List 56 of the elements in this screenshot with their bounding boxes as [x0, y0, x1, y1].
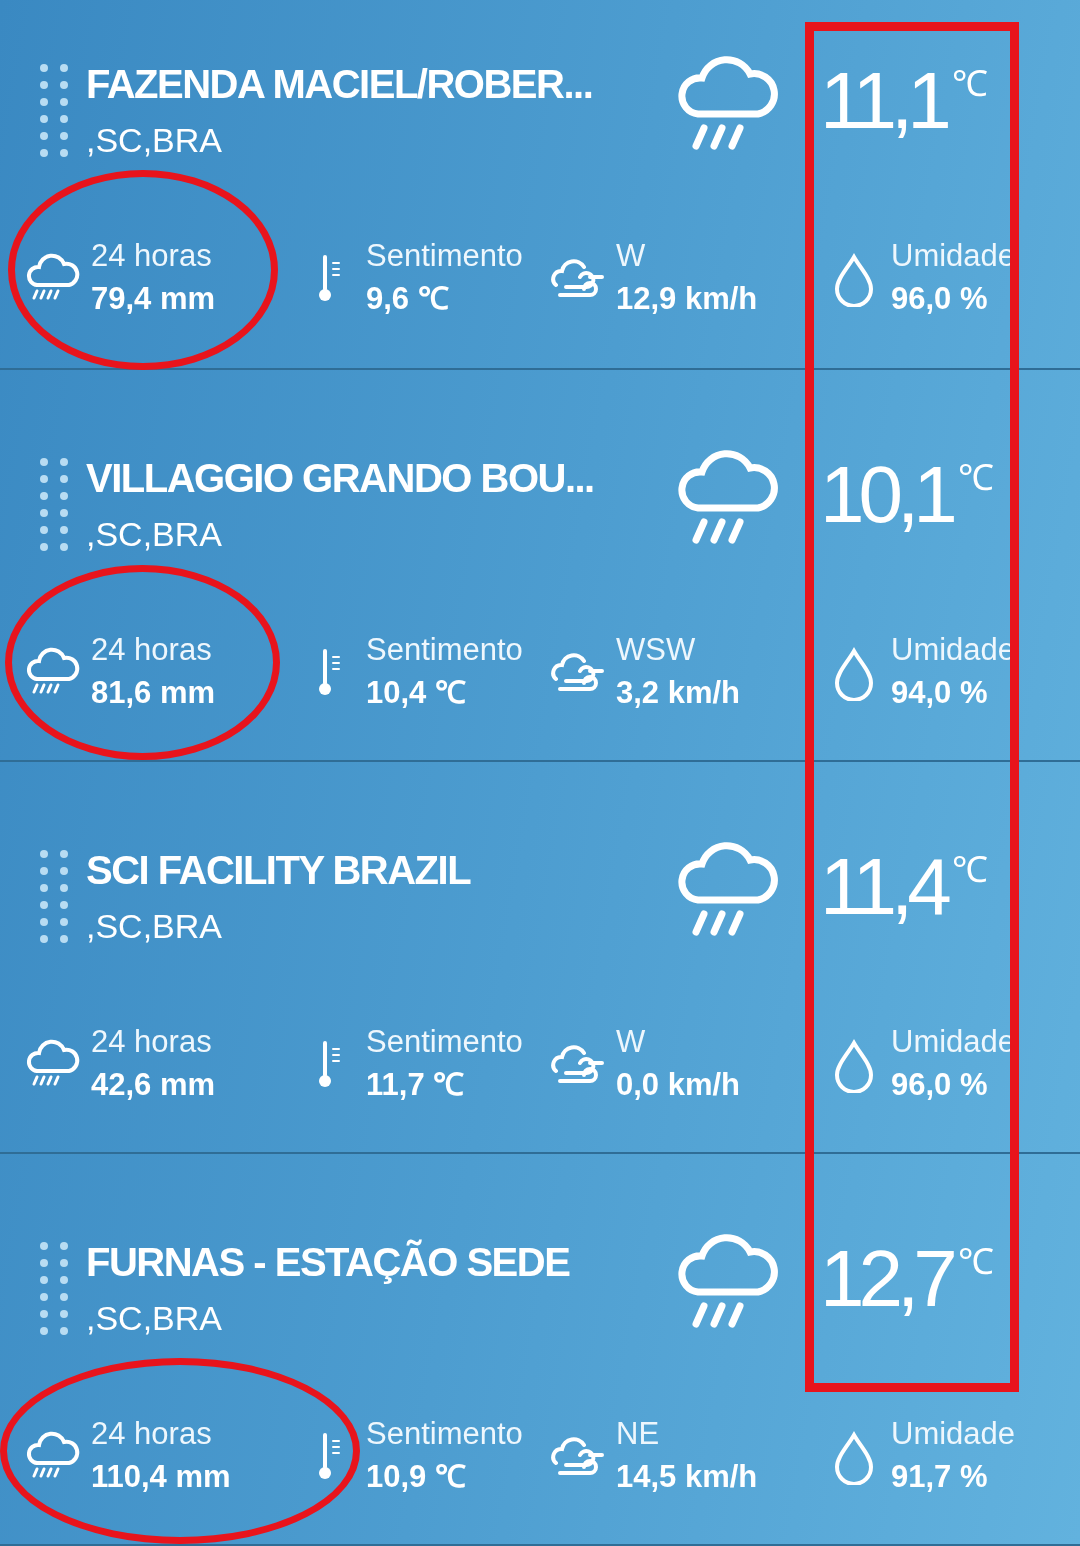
- stat-value: 79,4 mm: [91, 280, 216, 318]
- station-region: ,SC,BRA: [86, 1298, 224, 1339]
- station-region: ,SC,BRA: [86, 906, 224, 947]
- temperature: 11,4: [820, 842, 946, 932]
- stat-label: Umidade: [891, 631, 1016, 669]
- stat-value: 9,6 ℃: [366, 280, 450, 318]
- station-region: ,SC,BRA: [86, 120, 224, 161]
- stat-value: 42,6 mm: [91, 1066, 216, 1104]
- station-card[interactable]: FURNAS - ESTAÇÃO SEDE ,SC,BRA 12,7℃ 24 horas 110,4 mm Sentimento 10,9 ℃ NE 14,5 km/h Umidade 91,7 %: [0, 1154, 1080, 1546]
- stat-label: Umidade: [891, 1415, 1016, 1453]
- temperature-unit: ℃: [951, 62, 988, 106]
- thermometer-icon: [317, 1041, 341, 1089]
- stat-label: WSW: [616, 631, 697, 669]
- stat-label: Sentimento: [366, 1023, 523, 1061]
- station-name: FURNAS - ESTAÇÃO SEDE: [86, 1238, 571, 1286]
- station-card[interactable]: SCI FACILITY BRAZIL ,SC,BRA 11,4℃ 24 horas 42,6 mm Sentimento 11,7 ℃ W 0,0 km/h Umidade 96,0 %: [0, 762, 1080, 1154]
- stat-label: 24 horas: [91, 1023, 213, 1061]
- station-name: SCI FACILITY BRAZIL: [86, 847, 472, 894]
- stat-value: 10,9 ℃: [366, 1458, 467, 1496]
- stat-label: W: [616, 237, 647, 275]
- stat-value: 96,0 %: [891, 1066, 989, 1104]
- stat-value: 81,6 mm: [91, 674, 216, 712]
- thermometer-icon: [317, 649, 341, 697]
- stat-label: Sentimento: [366, 1415, 523, 1453]
- station-name: FAZENDA MACIEL/ROBER...: [86, 61, 594, 108]
- stat-value: 110,4 mm: [91, 1458, 231, 1496]
- temperature: 10,1: [820, 450, 952, 540]
- thermometer-icon: [317, 255, 341, 303]
- stat-value: 3,2 km/h: [616, 674, 741, 712]
- stat-label: 24 horas: [91, 1415, 213, 1453]
- stat-value: 11,7 ℃: [366, 1066, 466, 1104]
- temperature: 12,7: [820, 1234, 952, 1324]
- temperature: 11,1: [820, 56, 946, 146]
- stat-value: 91,7 %: [891, 1458, 989, 1496]
- stat-label: 24 horas: [91, 631, 213, 669]
- stat-value: 96,0 %: [891, 280, 989, 318]
- stat-label: NE: [616, 1415, 661, 1453]
- stat-label: 24 horas: [91, 237, 213, 275]
- station-card[interactable]: FAZENDA MACIEL/ROBER... ,SC,BRA 11,1℃ 24 horas 79,4 mm Sentimento 9,6 ℃ W 12,9 km/h Umidade 96,0 %: [0, 0, 1080, 370]
- stat-label: Sentimento: [366, 631, 523, 669]
- station-name: VILLAGGIO GRANDO BOU...: [86, 455, 595, 502]
- stat-label: Umidade: [891, 237, 1016, 275]
- thermometer-icon: [317, 1433, 341, 1481]
- temperature-unit: ℃: [957, 1240, 994, 1284]
- stat-value: 10,4 ℃: [366, 674, 467, 712]
- temperature-unit: ℃: [957, 456, 994, 500]
- stat-value: 14,5 km/h: [616, 1458, 758, 1496]
- station-card[interactable]: VILLAGGIO GRANDO BOU... ,SC,BRA 10,1℃ 24 horas 81,6 mm Sentimento 10,4 ℃ WSW 3,2 km/h Umidade 94,0 %: [0, 370, 1080, 762]
- stat-value: 0,0 km/h: [616, 1066, 741, 1104]
- station-region: ,SC,BRA: [86, 514, 224, 555]
- stat-label: W: [616, 1023, 647, 1061]
- stat-value: 12,9 km/h: [616, 280, 758, 318]
- stat-label: Umidade: [891, 1023, 1016, 1061]
- stat-label: Sentimento: [366, 237, 523, 275]
- temperature-unit: ℃: [951, 848, 988, 892]
- stat-value: 94,0 %: [891, 674, 989, 712]
